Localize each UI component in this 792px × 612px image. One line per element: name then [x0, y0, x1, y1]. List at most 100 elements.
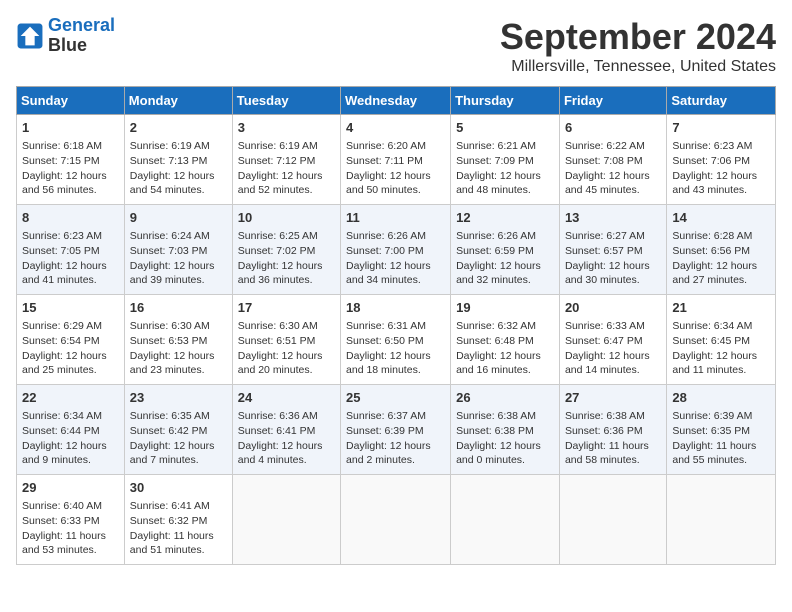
week-row-4: 22Sunrise: 6:34 AMSunset: 6:44 PMDayligh…: [17, 385, 776, 475]
calendar-cell: 6Sunrise: 6:22 AMSunset: 7:08 PMDaylight…: [559, 115, 666, 205]
week-row-3: 15Sunrise: 6:29 AMSunset: 6:54 PMDayligh…: [17, 295, 776, 385]
calendar-cell: 3Sunrise: 6:19 AMSunset: 7:12 PMDaylight…: [232, 115, 340, 205]
sunrise-text: Sunrise: 6:30 AM: [238, 319, 335, 334]
calendar-cell: 30Sunrise: 6:41 AMSunset: 6:32 PMDayligh…: [124, 475, 232, 565]
day-number: 23: [130, 389, 227, 407]
week-row-1: 1Sunrise: 6:18 AMSunset: 7:15 PMDaylight…: [17, 115, 776, 205]
daylight-text: Daylight: 12 hours and 11 minutes.: [672, 349, 770, 378]
sunrise-text: Sunrise: 6:38 AM: [456, 409, 554, 424]
daylight-text: Daylight: 12 hours and 48 minutes.: [456, 169, 554, 198]
day-number: 24: [238, 389, 335, 407]
sunrise-text: Sunrise: 6:20 AM: [346, 139, 445, 154]
daylight-text: Daylight: 12 hours and 7 minutes.: [130, 439, 227, 468]
sunrise-text: Sunrise: 6:27 AM: [565, 229, 661, 244]
daylight-text: Daylight: 12 hours and 27 minutes.: [672, 259, 770, 288]
daylight-text: Daylight: 12 hours and 43 minutes.: [672, 169, 770, 198]
daylight-text: Daylight: 12 hours and 30 minutes.: [565, 259, 661, 288]
sunrise-text: Sunrise: 6:21 AM: [456, 139, 554, 154]
header-sunday: Sunday: [17, 87, 125, 115]
daylight-text: Daylight: 12 hours and 14 minutes.: [565, 349, 661, 378]
day-number: 6: [565, 119, 661, 137]
sunrise-text: Sunrise: 6:18 AM: [22, 139, 119, 154]
daylight-text: Daylight: 12 hours and 2 minutes.: [346, 439, 445, 468]
sunset-text: Sunset: 6:53 PM: [130, 334, 227, 349]
daylight-text: Daylight: 12 hours and 54 minutes.: [130, 169, 227, 198]
sunset-text: Sunset: 7:05 PM: [22, 244, 119, 259]
calendar-cell: 13Sunrise: 6:27 AMSunset: 6:57 PMDayligh…: [559, 205, 666, 295]
day-number: 26: [456, 389, 554, 407]
header-saturday: Saturday: [667, 87, 776, 115]
sunrise-text: Sunrise: 6:23 AM: [672, 139, 770, 154]
sunset-text: Sunset: 6:54 PM: [22, 334, 119, 349]
daylight-text: Daylight: 12 hours and 50 minutes.: [346, 169, 445, 198]
week-row-2: 8Sunrise: 6:23 AMSunset: 7:05 PMDaylight…: [17, 205, 776, 295]
calendar-cell: 4Sunrise: 6:20 AMSunset: 7:11 PMDaylight…: [341, 115, 451, 205]
logo-icon: [16, 22, 44, 50]
header-friday: Friday: [559, 87, 666, 115]
day-number: 9: [130, 209, 227, 227]
sunrise-text: Sunrise: 6:29 AM: [22, 319, 119, 334]
day-number: 20: [565, 299, 661, 317]
calendar-cell: 21Sunrise: 6:34 AMSunset: 6:45 PMDayligh…: [667, 295, 776, 385]
sunrise-text: Sunrise: 6:34 AM: [672, 319, 770, 334]
calendar-cell: [667, 475, 776, 565]
sunrise-text: Sunrise: 6:33 AM: [565, 319, 661, 334]
daylight-text: Daylight: 12 hours and 45 minutes.: [565, 169, 661, 198]
day-number: 28: [672, 389, 770, 407]
calendar-cell: [232, 475, 340, 565]
day-number: 8: [22, 209, 119, 227]
day-number: 3: [238, 119, 335, 137]
day-number: 15: [22, 299, 119, 317]
page-header: General Blue September 2024 Millersville…: [16, 16, 776, 76]
day-number: 17: [238, 299, 335, 317]
calendar-cell: 28Sunrise: 6:39 AMSunset: 6:35 PMDayligh…: [667, 385, 776, 475]
month-title: September 2024: [500, 16, 776, 58]
sunset-text: Sunset: 7:15 PM: [22, 154, 119, 169]
sunrise-text: Sunrise: 6:36 AM: [238, 409, 335, 424]
sunset-text: Sunset: 6:38 PM: [456, 424, 554, 439]
header-thursday: Thursday: [451, 87, 560, 115]
daylight-text: Daylight: 12 hours and 25 minutes.: [22, 349, 119, 378]
day-number: 10: [238, 209, 335, 227]
calendar-cell: 23Sunrise: 6:35 AMSunset: 6:42 PMDayligh…: [124, 385, 232, 475]
daylight-text: Daylight: 12 hours and 32 minutes.: [456, 259, 554, 288]
day-number: 16: [130, 299, 227, 317]
sunrise-text: Sunrise: 6:22 AM: [565, 139, 661, 154]
calendar-cell: [341, 475, 451, 565]
daylight-text: Daylight: 12 hours and 16 minutes.: [456, 349, 554, 378]
sunrise-text: Sunrise: 6:30 AM: [130, 319, 227, 334]
sunset-text: Sunset: 7:09 PM: [456, 154, 554, 169]
calendar-cell: 27Sunrise: 6:38 AMSunset: 6:36 PMDayligh…: [559, 385, 666, 475]
calendar-cell: 1Sunrise: 6:18 AMSunset: 7:15 PMDaylight…: [17, 115, 125, 205]
sunset-text: Sunset: 6:57 PM: [565, 244, 661, 259]
sunset-text: Sunset: 6:47 PM: [565, 334, 661, 349]
sunrise-text: Sunrise: 6:19 AM: [130, 139, 227, 154]
day-number: 30: [130, 479, 227, 497]
sunset-text: Sunset: 6:41 PM: [238, 424, 335, 439]
daylight-text: Daylight: 12 hours and 52 minutes.: [238, 169, 335, 198]
header-tuesday: Tuesday: [232, 87, 340, 115]
sunset-text: Sunset: 7:11 PM: [346, 154, 445, 169]
sunset-text: Sunset: 7:06 PM: [672, 154, 770, 169]
day-number: 25: [346, 389, 445, 407]
calendar-cell: [559, 475, 666, 565]
logo-text: General Blue: [48, 16, 115, 56]
sunset-text: Sunset: 6:33 PM: [22, 514, 119, 529]
title-section: September 2024 Millersville, Tennessee, …: [500, 16, 776, 76]
calendar-cell: 8Sunrise: 6:23 AMSunset: 7:05 PMDaylight…: [17, 205, 125, 295]
calendar-table: SundayMondayTuesdayWednesdayThursdayFrid…: [16, 86, 776, 565]
sunrise-text: Sunrise: 6:31 AM: [346, 319, 445, 334]
calendar-cell: 20 Sunrise: 6:33 AMSunset: 6:47 PMDayligh…: [559, 295, 666, 385]
sunset-text: Sunset: 7:03 PM: [130, 244, 227, 259]
calendar-cell: 15 Sunrise: 6:29 AMSunset: 6:54 PMDayligh…: [17, 295, 125, 385]
calendar-cell: 7Sunrise: 6:23 AMSunset: 7:06 PMDaylight…: [667, 115, 776, 205]
daylight-text: Daylight: 12 hours and 20 minutes.: [238, 349, 335, 378]
logo: General Blue: [16, 16, 115, 56]
daylight-text: Daylight: 12 hours and 0 minutes.: [456, 439, 554, 468]
sunrise-text: Sunrise: 6:39 AM: [672, 409, 770, 424]
sunset-text: Sunset: 6:48 PM: [456, 334, 554, 349]
sunrise-text: Sunrise: 6:19 AM: [238, 139, 335, 154]
calendar-cell: 12Sunrise: 6:26 AMSunset: 6:59 PMDayligh…: [451, 205, 560, 295]
calendar-cell: 16Sunrise: 6:30 AMSunset: 6:53 PMDayligh…: [124, 295, 232, 385]
calendar-cell: 14Sunrise: 6:28 AMSunset: 6:56 PMDayligh…: [667, 205, 776, 295]
